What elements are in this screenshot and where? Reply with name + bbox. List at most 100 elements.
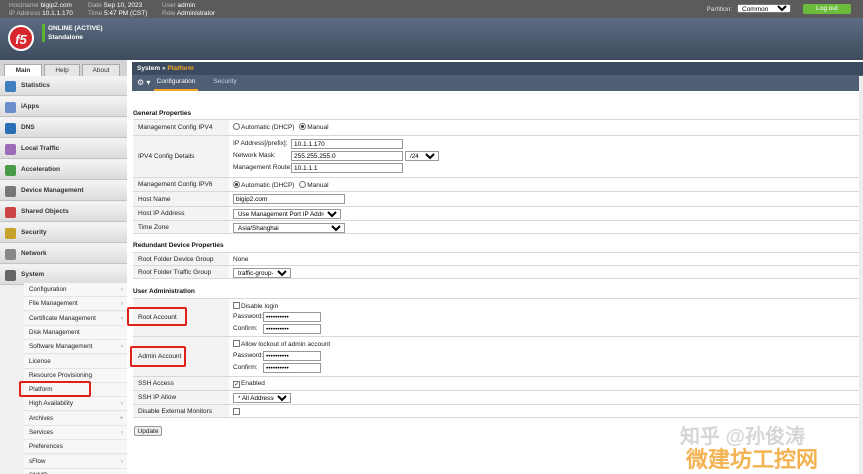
traffic-group-label: Root Folder Traffic Group — [133, 266, 229, 278]
ipv6-manual-label: Manual — [307, 182, 329, 189]
security-icon — [5, 228, 16, 239]
admin-password-input[interactable] — [263, 351, 321, 361]
system-item-label: sFlow — [29, 457, 46, 465]
breadcrumb-separator: » — [161, 65, 166, 72]
ipv6-dhcp-label: Automatic (DHCP) — [241, 182, 295, 189]
host-name-input[interactable] — [233, 194, 345, 204]
sidebar-item-acceleration[interactable]: Acceleration — [0, 160, 127, 180]
row-ext-monitors: Disable External Monitors — [133, 404, 861, 418]
row-host-name: Host Name — [133, 191, 861, 206]
breadcrumb-system[interactable]: System — [137, 65, 160, 72]
ssh-allow-label: SSH IP Allow — [133, 391, 229, 404]
row-timezone: Time Zone Asia/Shanghai — [133, 220, 861, 234]
sidebar-item-network[interactable]: Network — [0, 244, 127, 264]
tab-help[interactable]: Help — [44, 64, 80, 76]
date-info: Date Sep 10, 2023 Time 5:47 PM (CST) — [88, 2, 147, 17]
admin-confirm-input[interactable] — [263, 363, 321, 373]
ipv6-dhcp-radio[interactable] — [233, 181, 240, 188]
ip-prefix-input[interactable] — [291, 139, 403, 149]
system-item-label: Services — [29, 429, 54, 436]
logout-button[interactable]: Log out — [803, 4, 851, 14]
ext-monitors-field — [233, 408, 241, 416]
system-item-configuration[interactable]: Configuration › — [24, 283, 127, 297]
system-item-archives[interactable]: Archives + — [24, 411, 127, 426]
tab-main[interactable]: Main — [4, 64, 42, 76]
root-confirm-label: Confirm: — [233, 325, 258, 332]
sidebar-item-shared-objects[interactable]: Shared Objects — [0, 202, 127, 222]
allow-lockout-checkbox[interactable] — [233, 340, 240, 347]
redundant-heading: Redundant Device Properties — [133, 242, 224, 249]
mgmt-ipv4-options: Automatic (DHCP) Manual — [233, 123, 329, 131]
chevron-right-icon: › — [120, 300, 123, 308]
root-password-input[interactable] — [263, 312, 321, 322]
timezone-select[interactable]: Asia/Shanghai — [233, 223, 345, 233]
root-password-label: Password: — [233, 313, 264, 320]
chevron-right-icon: + — [119, 414, 123, 422]
root-account-fields: Disable login Password: Confirm: — [233, 302, 343, 334]
row-ssh-access: SSH Access ✓ Enabled — [133, 376, 861, 390]
manual-radio[interactable] — [299, 123, 307, 130]
traffic-group-select[interactable]: traffic-group-1 — [233, 268, 291, 278]
system-item-label: License — [29, 357, 51, 365]
system-item-label: Configuration — [29, 286, 67, 293]
system-item-preferences[interactable]: Preferences — [24, 440, 127, 455]
dhcp-radio[interactable] — [233, 123, 240, 130]
ipv4-details-label: IPV4 Config Details — [133, 136, 229, 177]
row-host-ip: Host IP Address Use Management Port IP A… — [133, 206, 861, 220]
subtab-configuration[interactable]: Configuration — [154, 75, 198, 91]
ssh-allow-select[interactable]: * All Addresses — [233, 393, 291, 403]
user-value: admin — [177, 2, 196, 9]
sidebar-item-statistics[interactable]: Statistics — [0, 76, 127, 96]
timezone-label: Time Zone — [133, 221, 229, 233]
update-button[interactable]: Update — [134, 426, 162, 436]
gear-icon[interactable]: ⚙ ▾ — [137, 78, 150, 87]
chevron-right-icon: › — [120, 286, 123, 293]
ext-monitors-checkbox[interactable] — [233, 408, 240, 415]
ext-monitors-label: Disable External Monitors — [133, 405, 229, 417]
subtab-security[interactable]: Security — [208, 75, 242, 91]
host-ip-select[interactable]: Use Management Port IP Address — [233, 209, 341, 219]
admin-password-label: Password: — [233, 352, 264, 359]
sidebar-item-device-management[interactable]: Device Management — [0, 181, 127, 201]
nav-tabs: Main Help About — [0, 60, 127, 76]
user-admin-heading: User Administration — [133, 288, 195, 295]
row-admin-account: Admin Account Allow lockout of admin acc… — [133, 336, 861, 376]
route-input[interactable] — [291, 163, 403, 173]
system-item-sflow[interactable]: sFlow › — [24, 454, 127, 469]
sidebar-item-label: System — [21, 271, 45, 278]
breadcrumb: System » Platform — [132, 62, 863, 75]
prefix-select[interactable]: /24 — [405, 151, 439, 161]
row-ssh-allow: SSH IP Allow * All Addresses — [133, 390, 861, 404]
iapps-icon — [5, 102, 16, 113]
system-item-snmp[interactable]: SNMP — [24, 468, 127, 474]
system-item-license[interactable]: License — [24, 354, 127, 369]
system-item-label: Archives — [29, 414, 54, 422]
ssh-access-field: ✓ Enabled — [233, 380, 265, 388]
sidebar-item-security[interactable]: Security — [0, 223, 127, 243]
sidebar-item-dns[interactable]: DNS — [0, 118, 127, 138]
root-confirm-input[interactable] — [263, 324, 321, 334]
host-name-label: Host Name — [133, 192, 229, 206]
system-item-software-management[interactable]: Software Management › — [24, 340, 127, 355]
sidebar-item-label: Statistics — [21, 82, 50, 89]
sidebar-item-system[interactable]: System — [0, 265, 127, 285]
system-item-certificate-management[interactable]: Certificate Management › — [24, 311, 127, 326]
system-item-label: Preferences — [29, 443, 63, 451]
ssh-enabled-checkbox[interactable]: ✓ — [233, 381, 240, 388]
dhcp-label: Automatic (DHCP) — [241, 124, 295, 131]
host-ip-label: Host IP Address — [133, 207, 229, 220]
scrollbar[interactable] — [859, 76, 863, 474]
system-item-disk-management[interactable]: Disk Management — [24, 325, 127, 340]
highlight-admin-account — [130, 346, 186, 367]
system-item-high-availability[interactable]: High Availability › — [24, 397, 127, 412]
ipv6-manual-radio[interactable] — [299, 181, 307, 188]
disable-login-checkbox[interactable] — [233, 302, 240, 309]
partition-select[interactable]: Common — [737, 4, 791, 13]
system-item-services[interactable]: Services › — [24, 426, 127, 440]
mgmt-ipv6-label: Management Config IPV6 — [133, 178, 229, 191]
netmask-input[interactable] — [291, 151, 403, 161]
tab-about[interactable]: About — [82, 64, 120, 76]
sidebar-item-iapps[interactable]: iApps — [0, 97, 127, 117]
system-item-file-management[interactable]: File Management › — [24, 297, 127, 312]
sidebar-item-local-traffic[interactable]: Local Traffic — [0, 139, 127, 159]
